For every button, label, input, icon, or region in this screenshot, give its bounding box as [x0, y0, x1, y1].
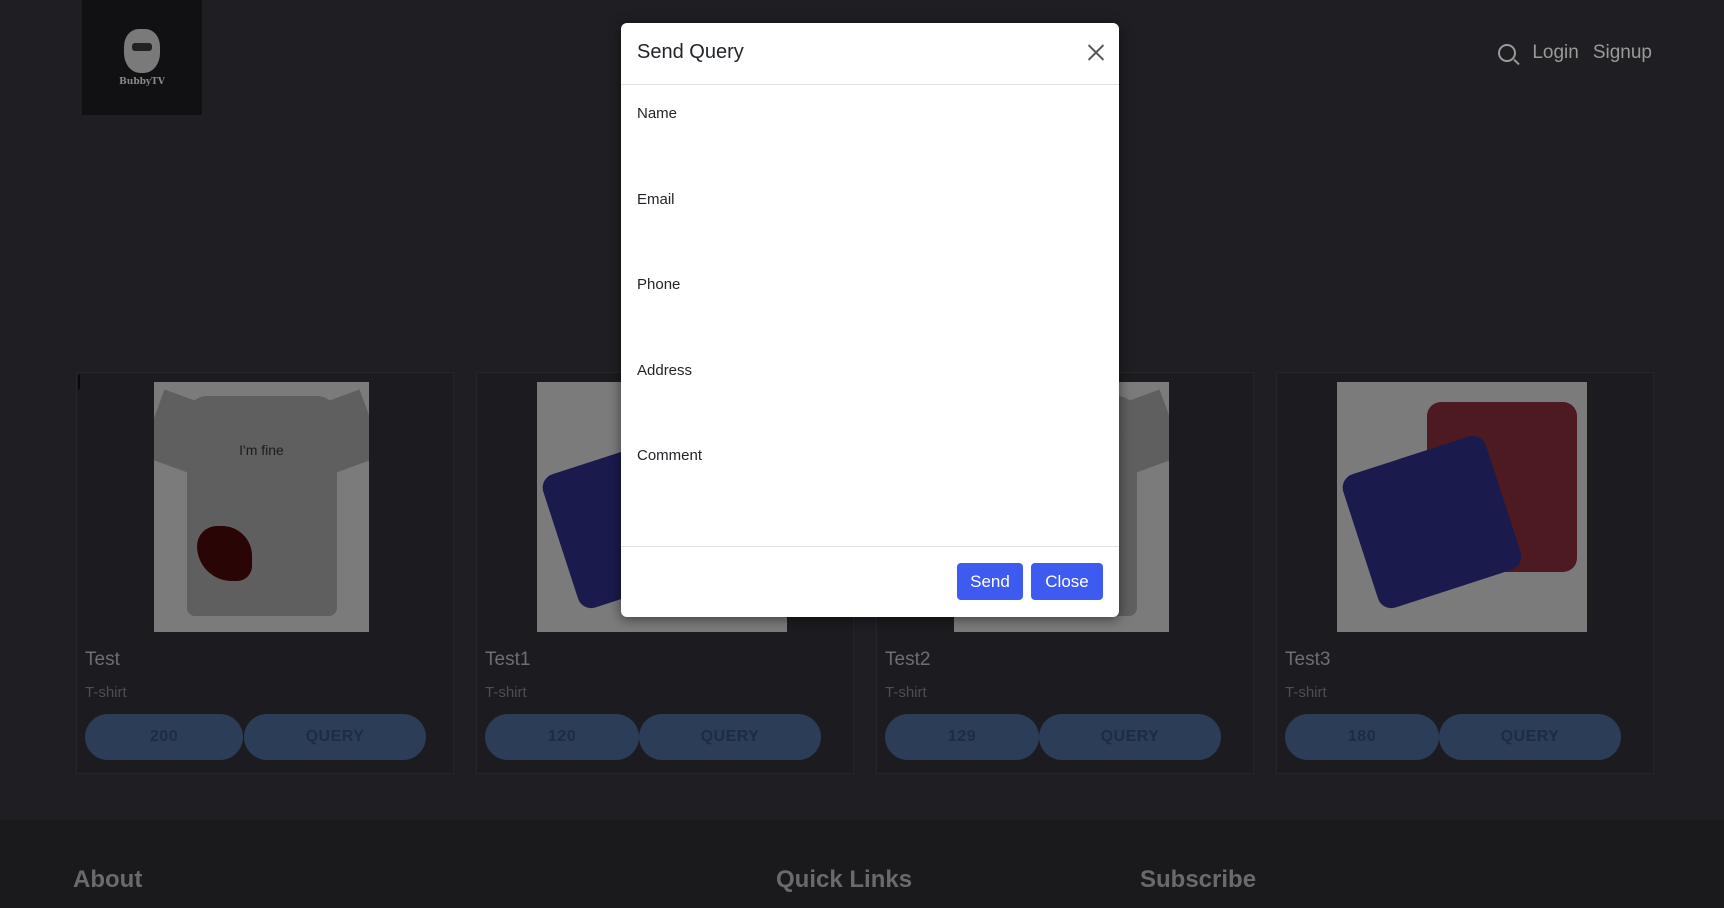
product-image: I'm fine	[154, 382, 369, 632]
product-category: T-shirt	[885, 684, 927, 701]
price-button[interactable]: 129	[885, 714, 1039, 760]
price-button[interactable]: 200	[85, 714, 243, 760]
modal-header: Send Query	[621, 23, 1119, 85]
modal-title: Send Query	[637, 41, 744, 63]
name-input[interactable]	[637, 128, 1103, 164]
address-input[interactable]	[637, 385, 1103, 421]
product-category: T-shirt	[1285, 684, 1327, 701]
signup-link[interactable]: Signup	[1593, 42, 1652, 64]
modal-footer: Send Close	[621, 546, 1119, 618]
footer-quick-links-heading: Quick Links	[776, 866, 913, 893]
comment-label: Comment	[637, 447, 703, 464]
product-image	[1337, 382, 1587, 632]
product-title: Test3	[1285, 649, 1331, 670]
phone-field-group: Phone	[637, 276, 1103, 335]
search-icon[interactable]	[1498, 44, 1517, 62]
page: BubbyTV Login Signup I'm fine Test T-shi…	[0, 0, 1724, 908]
product-title: Test	[85, 649, 120, 670]
phone-label: Phone	[637, 276, 681, 293]
gorilla-logo-icon	[124, 28, 160, 73]
shirt-print-text: I'm fine	[239, 442, 284, 458]
price-button[interactable]: 120	[485, 714, 639, 760]
comment-textarea[interactable]	[637, 470, 1103, 490]
name-field-group: Name	[637, 105, 1103, 164]
send-query-modal: Send Query Name Email Phone Address Comm…	[621, 23, 1119, 617]
query-button[interactable]: QUERY	[1039, 714, 1221, 760]
send-button[interactable]: Send	[957, 563, 1023, 600]
email-input[interactable]	[637, 214, 1103, 250]
product-card: Test3 T-shirt 180 QUERY	[1276, 372, 1654, 774]
login-link[interactable]: Login	[1532, 42, 1579, 64]
product-category: T-shirt	[85, 684, 127, 701]
comment-field-group: Comment	[637, 447, 1103, 490]
price-button[interactable]: 180	[1285, 714, 1439, 760]
top-nav: Login Signup	[1498, 42, 1652, 64]
footer-about-heading: About	[73, 866, 143, 893]
product-title: Test1	[485, 649, 531, 670]
email-label: Email	[637, 191, 675, 208]
product-card: I'm fine Test T-shirt 200 | QUERY	[76, 372, 454, 774]
modal-body: Name Email Phone Address Comment	[621, 85, 1119, 490]
name-label: Name	[637, 105, 678, 122]
footer-subscribe-heading: Subscribe	[1140, 866, 1257, 893]
close-button[interactable]: Close	[1031, 563, 1103, 600]
product-category: T-shirt	[485, 684, 527, 701]
close-icon[interactable]	[1087, 43, 1105, 61]
product-title: Test2	[885, 649, 931, 670]
query-button[interactable]: QUERY	[639, 714, 821, 760]
phone-input[interactable]	[637, 299, 1103, 335]
site-footer: About Quick Links Subscribe	[0, 820, 1724, 908]
site-logo[interactable]: BubbyTV	[82, 0, 202, 115]
address-field-group: Address	[637, 362, 1103, 421]
logo-text: BubbyTV	[119, 76, 165, 87]
query-button[interactable]: QUERY	[1439, 714, 1621, 760]
email-field-group: Email	[637, 191, 1103, 250]
address-label: Address	[637, 362, 693, 379]
query-button[interactable]: QUERY	[244, 714, 426, 760]
